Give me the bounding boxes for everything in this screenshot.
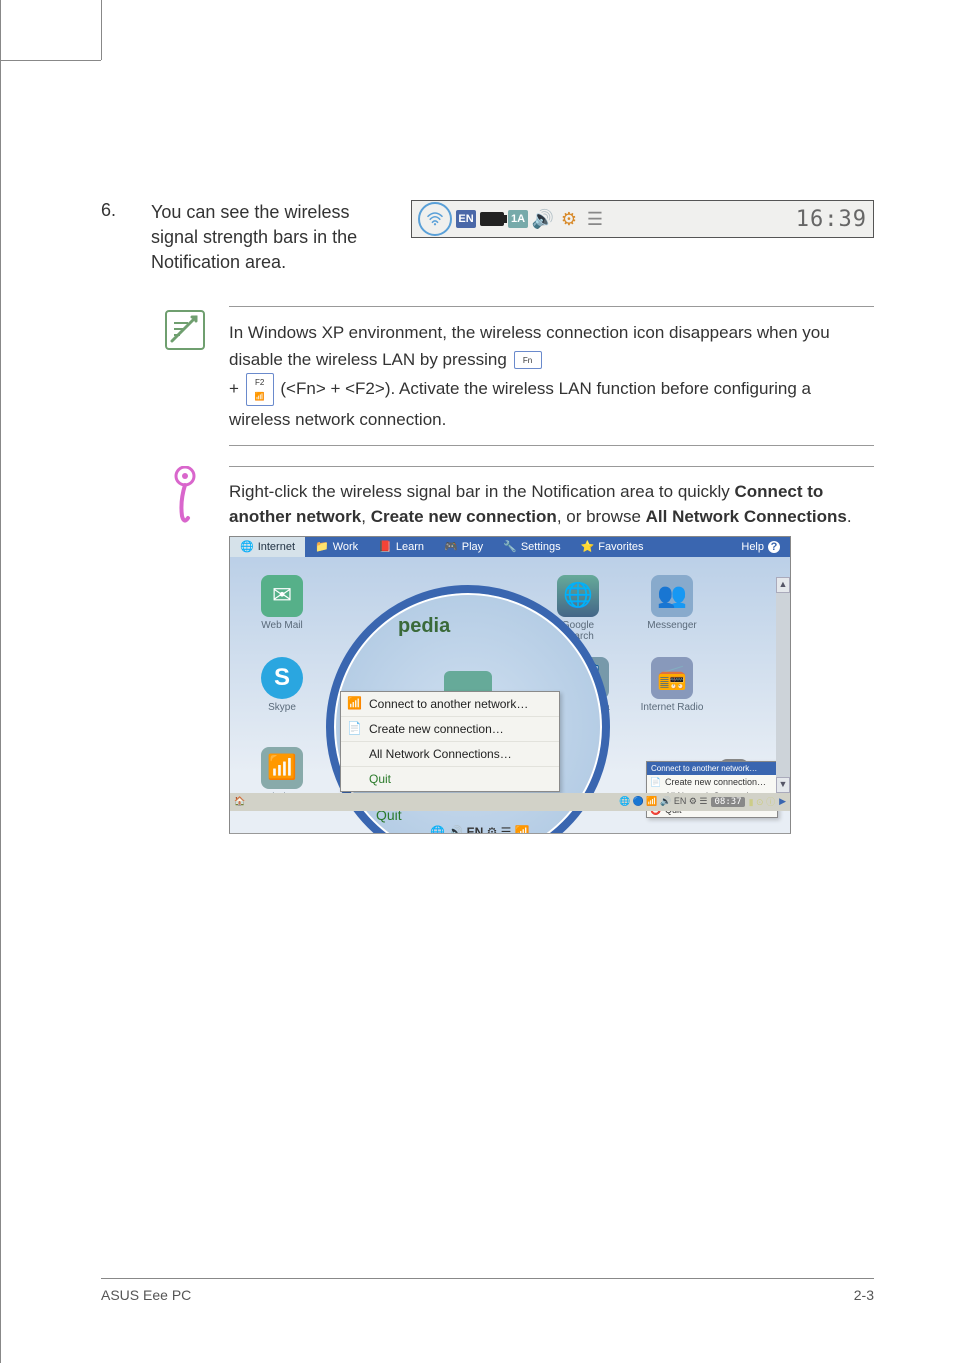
tip-block: Right-click the wireless signal bar in t… — [161, 466, 874, 530]
icon-messenger[interactable]: 👥 Messenger — [640, 575, 704, 631]
battery-icon — [480, 212, 504, 226]
tab-favorites[interactable]: ⭐Favorites — [571, 537, 654, 557]
taskbar: 🏠 🌐 🔵 📶 🔊 EN ⚙ ☰ 08:37 ▮ ⊙ ⓘ ▶ — [230, 793, 790, 811]
tab-work[interactable]: 📁Work — [305, 537, 368, 557]
icon-skype[interactable]: S Skype — [250, 657, 314, 713]
tab-settings[interactable]: 🔧Settings — [493, 537, 570, 557]
tray-small-icons: 🌐 🔵 📶 🔊 EN ⚙ ☰ — [619, 796, 707, 807]
tab-bar: 🌐Internet 📁Work 📕Learn 🎮Play 🔧Settings ⭐… — [230, 537, 790, 557]
ctx-quit[interactable]: Quit — [341, 767, 559, 791]
desktop-area: ✉ Web Mail 🌐 Google Search 👥 Messenger S… — [230, 557, 790, 811]
note-icon — [161, 306, 209, 354]
fn-key-icon: Fn — [514, 351, 542, 369]
notification-tray-illustration: EN 1A 🔊 ⚙ ☰ 16:39 — [411, 200, 874, 238]
tab-play[interactable]: 🎮Play — [434, 537, 493, 557]
context-menu: 📶Connect to another network… 📄Create new… — [340, 691, 560, 792]
tip-text: Right-click the wireless signal bar in t… — [229, 466, 874, 530]
input-mode-indicator: 1A — [508, 210, 528, 228]
tip-pre: Right-click the wireless signal bar in t… — [229, 482, 735, 501]
doc-icon: 📄 — [347, 721, 362, 735]
tip-icon — [161, 466, 209, 530]
ctx-all-network-connections[interactable]: All Network Connections… — [341, 742, 559, 767]
margin-vertical-rule — [101, 0, 102, 60]
note-plus: + — [229, 379, 244, 398]
taskbar-clock: 08:37 — [711, 797, 744, 807]
page: 6. You can see the wireless signal stren… — [0, 0, 954, 1363]
tip-bold-2: Create new connection — [371, 507, 557, 526]
note-text: In Windows XP environment, the wireless … — [229, 306, 874, 446]
f2-key-icon: F2📶 — [246, 373, 274, 406]
footer-page-number: 2-3 — [854, 1287, 874, 1303]
lens-pedia-text: pedia — [398, 615, 450, 638]
icon-web-mail[interactable]: ✉ Web Mail — [250, 575, 314, 631]
footer-left: ASUS Eee PC — [101, 1287, 191, 1303]
scroll-down-icon[interactable]: ▼ — [776, 777, 790, 793]
scroll-track[interactable] — [776, 593, 790, 777]
scroll-up-icon[interactable]: ▲ — [776, 577, 790, 593]
tray-right-icons: ▮ ⊙ ⓘ — [749, 795, 776, 808]
desktop-screenshot: 🌐Internet 📁Work 📕Learn 🎮Play 🔧Settings ⭐… — [229, 536, 791, 834]
ctx-connect-another-network[interactable]: 📶Connect to another network… — [341, 692, 559, 717]
note-block: In Windows XP environment, the wireless … — [161, 306, 874, 446]
home-icon[interactable]: 🏠 — [234, 796, 245, 807]
mini-create-new-connection[interactable]: 📄Create new connection… — [647, 775, 777, 789]
settings-gear-icon: ⚙ — [558, 208, 580, 230]
ctx-create-new-connection[interactable]: 📄Create new connection… — [341, 717, 559, 742]
speaker-icon: 🔊 — [532, 208, 554, 230]
tab-learn[interactable]: 📕Learn — [368, 537, 434, 557]
icon-internet-radio[interactable]: 📻 Internet Radio — [640, 657, 704, 713]
scrollbar[interactable]: ▲ ▼ — [776, 577, 790, 793]
page-footer: ASUS Eee PC 2-3 — [101, 1278, 874, 1303]
tray-arrow-right-icon[interactable]: ▶ — [779, 796, 786, 807]
mini-menu-header[interactable]: Connect to another network… — [647, 762, 777, 775]
step-row: 6. You can see the wireless signal stren… — [101, 200, 874, 276]
task-list-icon: ☰ — [584, 208, 606, 230]
step-text: You can see the wireless signal strength… — [151, 200, 381, 276]
tab-help[interactable]: Help? — [731, 537, 790, 557]
wifi-icon: 📶 — [347, 696, 362, 710]
note-after: (<Fn> + <F2>). Activate the wireless LAN… — [229, 379, 811, 429]
tab-internet[interactable]: 🌐Internet — [230, 537, 305, 557]
step-number: 6. — [101, 200, 131, 221]
clock: 16:39 — [796, 207, 867, 232]
language-indicator: EN — [456, 210, 476, 228]
lens-tray-icons: 🌐 🔊 EN ⚙ ☰ 📶 — [430, 825, 530, 834]
wifi-icon — [418, 202, 452, 236]
margin-horizontal-rule — [1, 60, 101, 61]
tip-bold-3: All Network Connections — [646, 507, 847, 526]
